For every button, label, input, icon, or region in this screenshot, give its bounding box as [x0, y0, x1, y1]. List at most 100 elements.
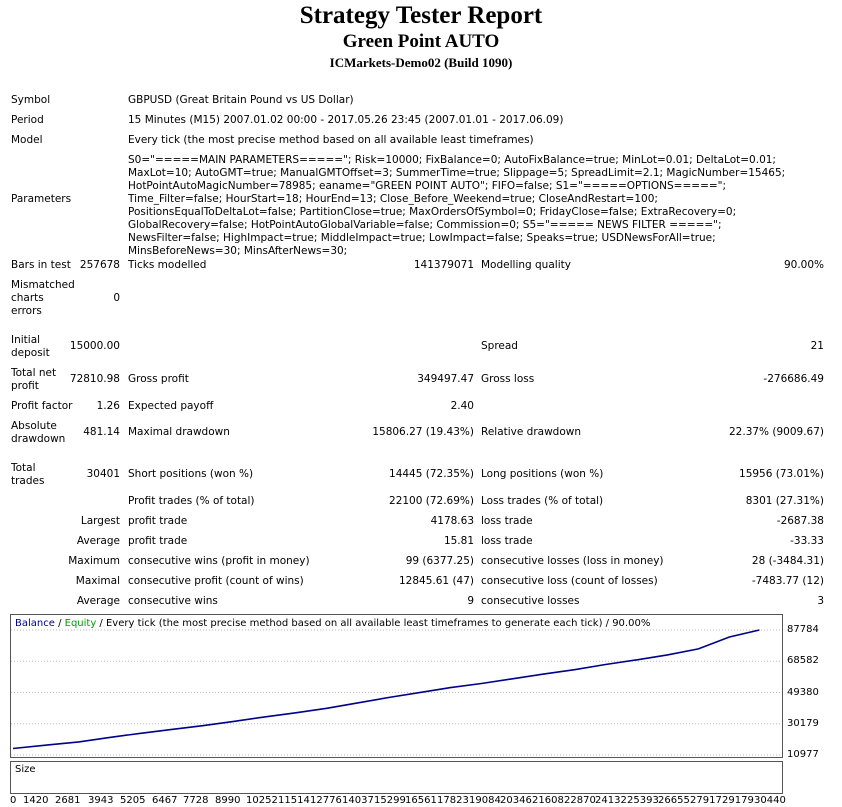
size-chart-plot — [11, 762, 782, 793]
period-label: Period — [11, 114, 44, 126]
largest-loss-label: loss trade — [481, 515, 533, 527]
x-tick-label: 15299 — [374, 795, 406, 806]
mismatch-value: 0 — [113, 292, 120, 304]
model-value: Every tick (the most precise method base… — [128, 134, 534, 146]
average-profit-value: 15.81 — [443, 535, 474, 547]
x-tick-label: 30440 — [754, 795, 786, 806]
grossprofit-value: 349497.47 — [417, 373, 474, 385]
max-losses-value: 28 (-3484.31) — [751, 555, 824, 567]
server-build: ICMarkets-Demo02 (Build 1090) — [329, 55, 513, 70]
symbol-label: Symbol — [11, 94, 51, 106]
profit-trades-value: 22100 (72.69%) — [389, 495, 474, 507]
x-tick-label: 16561 — [405, 795, 437, 806]
absdd-label-1: Absolute — [11, 420, 57, 432]
expectedpayoff-value: 2.40 — [450, 400, 474, 412]
caption-balance: Balance — [15, 618, 55, 629]
x-tick-label: 20346 — [500, 795, 532, 806]
deposit-value: 15000.00 — [69, 340, 120, 352]
trades-value: 30401 — [86, 468, 120, 480]
mismatch-label-2: charts — [11, 292, 44, 304]
y-tick-label: 30179 — [787, 717, 819, 729]
grossloss-label: Gross loss — [481, 373, 535, 385]
x-tick-label: 29179 — [722, 795, 754, 806]
x-tick-label: 6467 — [152, 795, 178, 806]
x-tick-label: 22870 — [564, 795, 596, 806]
avg-losses-label: consecutive losses — [481, 595, 580, 607]
period-value: 15 Minutes (M15) 2007.01.02 00:00 - 2017… — [128, 114, 564, 126]
x-tick-label: 3943 — [88, 795, 114, 806]
avg-wins-value: 9 — [467, 595, 474, 607]
mismatch-label-1: Mismatched — [11, 279, 75, 291]
max-losses-label: consecutive losses (loss in money) — [481, 555, 664, 567]
x-tick-label: 19084 — [469, 795, 501, 806]
x-tick-label: 27917 — [690, 795, 722, 806]
average-loss-value: -33.33 — [790, 535, 824, 547]
average-label: Average — [76, 535, 120, 547]
profitfactor-value: 1.26 — [96, 400, 120, 412]
bars-label: Bars in test — [11, 259, 71, 271]
x-tick-label: 1420 — [23, 795, 49, 806]
profit-trades-label: Profit trades (% of total) — [128, 495, 255, 507]
model-label: Model — [11, 134, 43, 146]
balance-chart-plot — [11, 629, 782, 756]
avg-losses-value: 3 — [817, 595, 824, 607]
spread-label: Spread — [481, 340, 518, 352]
x-tick-label: 17823 — [437, 795, 469, 806]
x-tick-label: 2681 — [55, 795, 81, 806]
x-tick-label: 12776 — [310, 795, 342, 806]
spread-value: 21 — [810, 340, 824, 352]
loss-trades-value: 8301 (27.31%) — [745, 495, 824, 507]
y-tick-label: 49380 — [787, 686, 819, 698]
caption-separator: / — [54, 618, 65, 629]
largest-profit-value: 4178.63 — [430, 515, 474, 527]
netprofit-label-2: profit — [11, 380, 39, 392]
x-tick-label: 14037 — [342, 795, 374, 806]
absdd-value: 481.14 — [83, 426, 120, 438]
x-tick-label: 8990 — [215, 795, 241, 806]
largest-loss-value: -2687.38 — [776, 515, 824, 527]
x-tick-label: 0 — [10, 795, 17, 806]
absdd-label-2: drawdown — [11, 433, 66, 445]
caption-description: / Every tick (the most precise method ba… — [96, 618, 651, 629]
parameters-label: Parameters — [11, 193, 72, 205]
grossloss-value: -276686.49 — [763, 373, 824, 385]
short-label: Short positions (won %) — [128, 468, 254, 480]
y-tick-label: 68582 — [787, 655, 819, 667]
average-profit-label: profit trade — [128, 535, 188, 547]
mismatch-label-3: errors — [11, 305, 42, 317]
x-tick-label: 21608 — [532, 795, 564, 806]
netprofit-label-1: Total net — [11, 367, 57, 379]
x-tick-label: 25393 — [627, 795, 659, 806]
trades-label-1: Total — [11, 462, 36, 474]
quality-value: 90.00% — [783, 259, 824, 271]
reldd-label: Relative drawdown — [481, 426, 582, 438]
ticks-label: Ticks modelled — [128, 259, 207, 271]
maximal-label: Maximal — [75, 575, 120, 587]
x-tick-label: 24132 — [595, 795, 627, 806]
trades-label-2: trades — [11, 475, 45, 487]
avg-wins-label: consecutive wins — [128, 595, 218, 607]
balance-line — [12, 629, 760, 750]
x-tick-label: 10252 — [246, 795, 278, 806]
size-label: Size — [15, 764, 36, 775]
deposit-label-1: Initial — [11, 334, 41, 346]
long-label: Long positions (won %) — [481, 468, 604, 480]
x-tick-label: 7728 — [183, 795, 209, 806]
maxdd-label: Maximal drawdown — [128, 426, 230, 438]
x-tick-label: 26655 — [658, 795, 690, 806]
largest-label: Largest — [80, 515, 120, 527]
report-title: Strategy Tester Report — [299, 2, 543, 29]
maximal-loss-value: -7483.77 (12) — [751, 575, 824, 587]
max-wins-value: 99 (6377.25) — [405, 555, 474, 567]
expectedpayoff-label: Expected payoff — [128, 400, 214, 412]
x-tick-label: 11514 — [278, 795, 310, 806]
y-tick-label: 10977 — [787, 749, 819, 760]
grossprofit-label: Gross profit — [128, 373, 189, 385]
max-wins-label: consecutive wins (profit in money) — [128, 555, 310, 567]
maxdd-value: 15806.27 (19.43%) — [372, 426, 474, 438]
maximal-profit-value: 12845.61 (47) — [399, 575, 474, 587]
largest-profit-label: profit trade — [128, 515, 188, 527]
quality-label: Modelling quality — [481, 259, 571, 271]
x-tick-label: 5205 — [120, 795, 146, 806]
avg-consec-label: Average — [76, 595, 120, 607]
